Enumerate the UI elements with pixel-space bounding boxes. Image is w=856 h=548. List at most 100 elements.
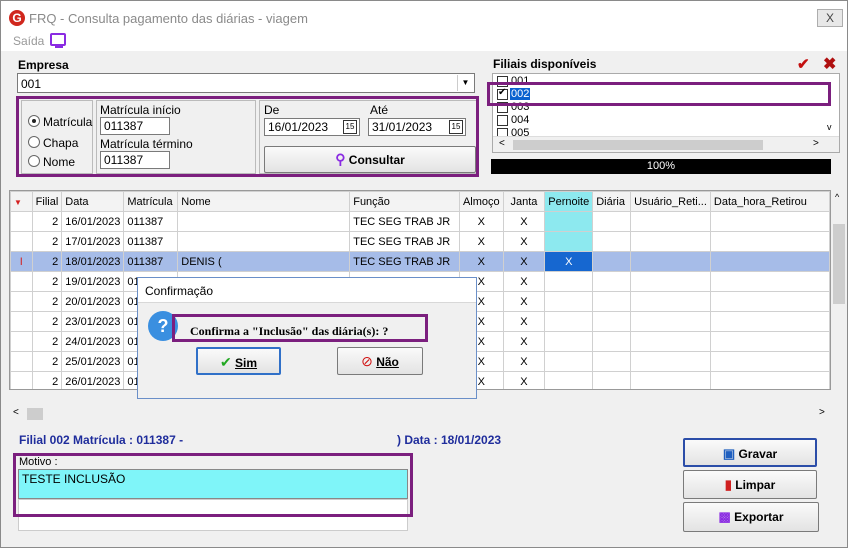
cell-diaria[interactable] (592, 211, 632, 232)
cell-nome[interactable] (177, 211, 351, 232)
cell-pernoite[interactable] (544, 231, 594, 252)
column-header[interactable]: Data_hora_Retirou (709, 191, 830, 212)
cell-matricula[interactable]: 011387 (123, 231, 179, 252)
cell-pernoite[interactable] (544, 351, 594, 372)
cell-diaria[interactable] (592, 271, 632, 292)
cell-almoco[interactable]: X (458, 211, 504, 232)
cell-pernoite[interactable] (544, 291, 594, 312)
cell-datahora[interactable] (709, 211, 830, 232)
column-header[interactable]: Matrícula (123, 191, 179, 212)
row-indicator[interactable] (10, 371, 33, 389)
cell-datahora[interactable] (709, 351, 830, 372)
cell-usuario[interactable] (630, 271, 711, 292)
cell-usuario[interactable] (630, 311, 711, 332)
scroll-thumb[interactable] (27, 408, 43, 420)
cell-datahora[interactable] (709, 291, 830, 312)
cell-filial[interactable]: 2 (31, 231, 63, 252)
cell-diaria[interactable] (592, 231, 632, 252)
exportar-button[interactable]: ▩ Exportar (683, 502, 819, 532)
scroll-thumb[interactable] (513, 140, 763, 150)
monitor-icon[interactable] (50, 33, 66, 48)
cell-matricula[interactable]: 011387 (123, 211, 179, 232)
cell-filial[interactable]: 2 (31, 251, 63, 272)
cell-diaria[interactable] (592, 291, 632, 312)
column-header[interactable]: Filial (31, 191, 63, 212)
scroll-thumb[interactable] (833, 224, 845, 304)
table-row[interactable]: 2 17/01/2023 011387 TEC SEG TRAB JR X X (10, 231, 830, 252)
cell-data[interactable]: 26/01/2023 (61, 371, 125, 389)
cell-data[interactable]: 24/01/2023 (61, 331, 125, 352)
cell-usuario[interactable] (630, 211, 711, 232)
check-all-icon[interactable]: ✔ (797, 55, 810, 73)
cell-pernoite[interactable] (544, 311, 594, 332)
row-indicator[interactable] (10, 231, 33, 252)
cell-datahora[interactable] (709, 371, 830, 389)
row-indicator[interactable] (10, 331, 33, 352)
row-cursor-icon[interactable]: I (10, 251, 33, 272)
cell-almoco[interactable]: X (458, 231, 504, 252)
cell-filial[interactable]: 2 (31, 351, 63, 372)
cell-janta[interactable]: X (502, 331, 546, 352)
cell-diaria[interactable] (592, 311, 632, 332)
chevron-up-icon[interactable]: ^ (835, 192, 839, 202)
filiais-hscrollbar[interactable]: < > (493, 136, 839, 152)
cell-datahora[interactable] (709, 251, 830, 272)
column-header[interactable]: Almoço (458, 191, 504, 212)
cell-janta[interactable]: X (502, 311, 546, 332)
cell-janta[interactable]: X (502, 291, 546, 312)
cell-usuario[interactable] (630, 231, 711, 252)
empresa-select[interactable]: 001 ▼ (17, 73, 475, 93)
cell-data[interactable]: 19/01/2023 (61, 271, 125, 292)
sim-button[interactable]: ✔ Sim (196, 347, 281, 375)
chevron-down-icon[interactable]: v (827, 122, 832, 132)
filial-checkbox[interactable] (497, 115, 508, 126)
cell-usuario[interactable] (630, 251, 711, 272)
row-indicator[interactable] (10, 351, 33, 372)
close-button[interactable]: X (817, 9, 843, 27)
cell-pernoite[interactable] (544, 371, 594, 389)
cell-data[interactable]: 18/01/2023 (61, 251, 125, 272)
cell-matricula[interactable]: 011387 (123, 251, 179, 272)
cell-janta[interactable]: X (502, 231, 546, 252)
cell-filial[interactable]: 2 (31, 371, 63, 389)
cell-funcao[interactable]: TEC SEG TRAB JR (349, 211, 460, 232)
column-header[interactable]: Nome (177, 191, 351, 212)
cell-usuario[interactable] (630, 291, 711, 312)
cell-janta[interactable]: X (502, 351, 546, 372)
cell-pernoite[interactable] (544, 211, 594, 232)
cell-diaria[interactable] (592, 351, 632, 372)
cell-diaria[interactable] (592, 371, 632, 389)
cell-pernoite[interactable] (544, 331, 594, 352)
cell-janta[interactable]: X (502, 211, 546, 232)
row-indicator[interactable] (10, 271, 33, 292)
row-indicator[interactable] (10, 311, 33, 332)
cell-datahora[interactable] (709, 331, 830, 352)
cell-filial[interactable]: 2 (31, 211, 63, 232)
nao-button[interactable]: ⊘ Não (337, 347, 423, 375)
cell-usuario[interactable] (630, 351, 711, 372)
grid-vscrollbar[interactable]: ^ (831, 190, 847, 390)
chevron-down-icon[interactable]: ▼ (457, 75, 473, 91)
cell-datahora[interactable] (709, 311, 830, 332)
gravar-button[interactable]: ▣ Gravar (683, 438, 817, 467)
cell-datahora[interactable] (709, 271, 830, 292)
cell-data[interactable]: 25/01/2023 (61, 351, 125, 372)
sort-indicator-icon[interactable]: ▼ (10, 191, 33, 212)
cell-data[interactable]: 17/01/2023 (61, 231, 125, 252)
cell-funcao[interactable]: TEC SEG TRAB JR (349, 231, 460, 252)
column-header[interactable]: Data (61, 191, 125, 212)
cell-usuario[interactable] (630, 371, 711, 389)
cell-filial[interactable]: 2 (31, 331, 63, 352)
cell-nome[interactable] (177, 231, 351, 252)
cell-almoco[interactable]: X (458, 251, 504, 272)
cell-nome[interactable]: DENIS ( (177, 251, 351, 272)
column-header[interactable]: Pernoite (544, 191, 594, 212)
row-indicator[interactable] (10, 291, 33, 312)
cell-data[interactable]: 20/01/2023 (61, 291, 125, 312)
column-header[interactable]: Usuário_Reti... (630, 191, 711, 212)
cell-data[interactable]: 16/01/2023 (61, 211, 125, 232)
cell-pernoite[interactable] (544, 271, 594, 292)
cell-filial[interactable]: 2 (31, 311, 63, 332)
arrow-left-icon[interactable]: < (13, 407, 19, 418)
cell-filial[interactable]: 2 (31, 271, 63, 292)
